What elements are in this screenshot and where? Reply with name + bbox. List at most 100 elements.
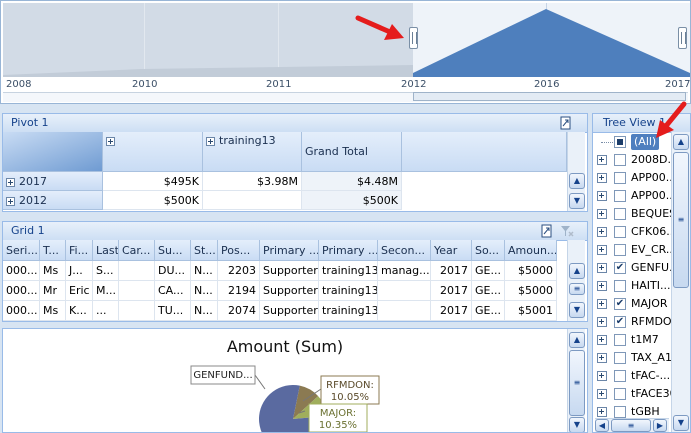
tree-scrollbar[interactable]: ▲ ≡ ▼ (671, 132, 690, 432)
scroll-down-button[interactable]: ▼ (673, 415, 689, 431)
tree-item[interactable]: APP00... (593, 169, 683, 187)
tree-item[interactable]: CFK06... (593, 223, 683, 241)
expand-icon[interactable] (597, 281, 607, 291)
chart-scrollbar[interactable]: ▲ ≡ ▼ (567, 329, 585, 432)
expand-icon[interactable] (597, 407, 607, 417)
expand-icon[interactable] (206, 136, 215, 146)
scroll-up-button[interactable]: ▲ (569, 173, 585, 189)
scroll-down-button[interactable]: ▼ (569, 193, 585, 209)
tree-item[interactable]: t1M7 (593, 331, 683, 349)
tree-list: (All) 2008D... APP00... APP00... BEQUES CFK06… (593, 132, 680, 432)
tree-checkbox[interactable] (614, 226, 626, 238)
expand-icon[interactable] (597, 245, 607, 255)
tree-checkbox[interactable] (614, 154, 626, 166)
expand-icon[interactable] (597, 335, 607, 345)
grid-column-header[interactable]: T... (40, 240, 66, 261)
grid-column-header[interactable]: Year (431, 240, 472, 261)
pie-label-genfund: GENFUND... (190, 365, 256, 385)
tree-checkbox[interactable]: ✔ (614, 316, 626, 328)
tree-hscrollbar[interactable]: ◀ ≡ ▶ (595, 418, 669, 432)
scroll-thumb[interactable]: ≡ (569, 350, 585, 416)
scroll-thumb[interactable]: ≡ (673, 152, 689, 288)
grid-column-header[interactable]: Car... (119, 240, 155, 261)
clear-filter-icon[interactable] (560, 225, 574, 238)
pivot-scrollbar[interactable]: ▲ ▼ (567, 132, 585, 211)
tree-checkbox[interactable] (614, 136, 626, 148)
pivot-cell: $3.98M (203, 172, 302, 191)
expand-icon[interactable] (597, 389, 607, 399)
tree-checkbox[interactable] (614, 388, 626, 400)
scroll-down-button[interactable]: ▼ (569, 302, 585, 318)
grid-column-header[interactable]: Primary ... (319, 240, 378, 261)
svg-text:RFMDON:: RFMDON: (326, 380, 374, 391)
tree-item[interactable]: ✔ MAJOR (593, 295, 683, 313)
tree-checkbox[interactable] (614, 280, 626, 292)
tree-item[interactable]: BEQUES (593, 205, 683, 223)
tree-item[interactable]: TAX_A1 (593, 349, 683, 367)
range-scrollbar-thumb[interactable] (413, 92, 686, 101)
tree-checkbox[interactable]: ✔ (614, 298, 626, 310)
tree-checkbox[interactable] (614, 352, 626, 364)
grid-column-header[interactable]: Last (93, 240, 119, 261)
tree-checkbox[interactable]: ✔ (614, 262, 626, 274)
tree-checkbox[interactable] (614, 208, 626, 220)
expand-icon[interactable] (597, 353, 607, 363)
scroll-up-button[interactable]: ▲ (569, 263, 585, 279)
tree-item[interactable]: HAITI... (593, 277, 683, 295)
grid-column-header[interactable]: Secon... (378, 240, 431, 261)
scroll-thumb[interactable]: ≡ (569, 283, 585, 295)
export-icon[interactable] (540, 224, 554, 238)
tree-checkbox[interactable] (614, 406, 626, 418)
expand-icon[interactable] (6, 196, 15, 206)
scroll-thumb[interactable]: ≡ (611, 419, 651, 432)
pivot-col-header[interactable]: training13 (203, 132, 302, 172)
tree-checkbox[interactable] (614, 190, 626, 202)
expand-icon[interactable] (597, 191, 607, 201)
expand-icon[interactable] (597, 155, 607, 165)
pivot-col-header[interactable] (103, 132, 203, 172)
tree-item[interactable]: ✔ GENFU... (593, 259, 683, 277)
tree-item[interactable]: ✔ RFMDON (593, 313, 683, 331)
grid-column-header[interactable]: Fi... (66, 240, 93, 261)
grid-cell: $5000 (505, 261, 557, 281)
grid-column-header[interactable]: Su... (155, 240, 191, 261)
grid-column-header[interactable]: St... (191, 240, 218, 261)
scroll-up-button[interactable]: ▲ (569, 332, 585, 348)
tree-item[interactable]: 2008D... (593, 151, 683, 169)
expand-icon[interactable] (597, 173, 607, 183)
grid-column-header[interactable]: Seri... (3, 240, 40, 261)
tree-item[interactable]: tFAC-... (593, 367, 683, 385)
range-right-grip[interactable] (678, 27, 687, 49)
pivot-row-header[interactable]: 2012 (3, 191, 103, 210)
tree-checkbox[interactable] (614, 370, 626, 382)
scroll-down-button[interactable]: ▼ (569, 417, 585, 432)
expand-icon[interactable] (597, 209, 607, 219)
grid-column-header[interactable]: So... (472, 240, 505, 261)
grid-column-header[interactable]: Amoun... (505, 240, 557, 261)
pivot-row-header[interactable]: 2017 (3, 172, 103, 191)
grid-scrollbar[interactable]: ▲ ≡ ▼ (567, 240, 585, 321)
tree-checkbox[interactable] (614, 172, 626, 184)
tree-item[interactable]: APP00... (593, 187, 683, 205)
tree-item[interactable]: tFACE30 (593, 385, 683, 403)
scroll-right-button[interactable]: ▶ (653, 419, 667, 432)
grid-column-header[interactable]: Primary ... (260, 240, 319, 261)
tree-checkbox[interactable] (614, 334, 626, 346)
tree-item[interactable]: EV_CR... (593, 241, 683, 259)
grid-cell: $5001 (505, 301, 557, 321)
expand-icon[interactable] (597, 263, 607, 273)
expand-icon[interactable] (106, 136, 115, 146)
range-selector[interactable]: 2008 2010 2011 2012 2016 2017 (0, 0, 691, 104)
tree-checkbox[interactable] (614, 244, 626, 256)
export-icon[interactable] (559, 116, 573, 130)
expand-icon[interactable] (597, 371, 607, 381)
expand-icon[interactable] (597, 227, 607, 237)
expand-icon[interactable] (597, 317, 607, 327)
range-left-grip[interactable] (409, 27, 418, 49)
grid-cell: K... (66, 301, 93, 321)
expand-icon[interactable] (597, 299, 607, 309)
grid-column-header[interactable]: Pos... (218, 240, 260, 261)
expand-icon[interactable] (6, 177, 15, 187)
pivot-col-header[interactable]: Grand Total (302, 132, 402, 172)
scroll-left-button[interactable]: ◀ (595, 419, 609, 432)
